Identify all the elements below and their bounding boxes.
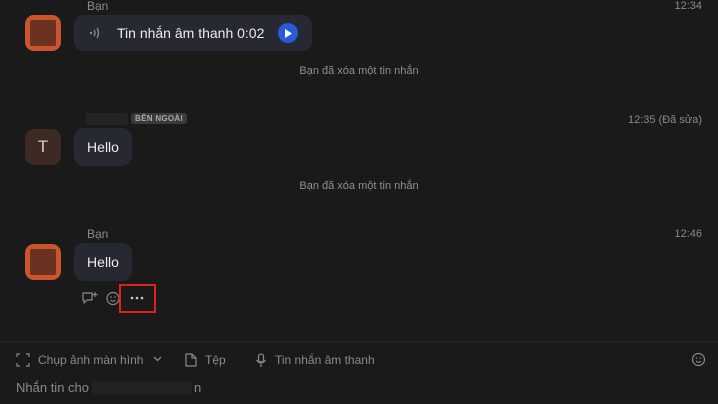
file-label: Tệp: [205, 353, 226, 367]
file-icon: [185, 353, 197, 367]
message-text: Hello: [87, 139, 119, 155]
message-bubble[interactable]: Hello: [74, 243, 132, 281]
voice-message-button[interactable]: Tin nhắn âm thanh: [255, 351, 375, 369]
more-options-icon[interactable]: [126, 290, 148, 306]
screenshot-button[interactable]: Chụp ảnh màn hình: [16, 351, 143, 369]
emoji-icon[interactable]: [691, 352, 707, 368]
avatar[interactable]: [25, 15, 61, 51]
message-input[interactable]: Nhắn tin cho n: [16, 377, 696, 397]
message-time: 12:35 (Đã sửa): [627, 114, 702, 126]
sender-name: Bạn: [87, 227, 109, 241]
sender-name: Bạn: [87, 0, 109, 13]
voice-message-bubble[interactable]: Tin nhắn âm thanh 0:02: [74, 15, 312, 51]
avatar-initial: T: [37, 137, 49, 156]
voice-message-label: Tin nhắn âm thanh: [275, 353, 375, 367]
input-placeholder-prefix: Nhắn tin cho: [16, 379, 89, 395]
microphone-icon: [256, 352, 266, 367]
sound-wave-icon: [89, 26, 103, 40]
input-placeholder-suffix: n: [194, 379, 202, 395]
voice-message-label: Tin nhắn âm thanh 0:02: [117, 25, 265, 41]
external-badge: BÊN NGOÀI: [131, 113, 188, 124]
system-notice: Bạn đã xóa một tin nhắn: [299, 180, 419, 192]
file-button[interactable]: Tệp: [185, 351, 226, 369]
composer-divider: [0, 341, 718, 342]
message-bubble[interactable]: Hello: [74, 128, 132, 166]
message-time: 12:46: [674, 228, 702, 240]
reply-in-thread-icon[interactable]: [80, 289, 98, 307]
sender-name-redacted: [86, 113, 128, 125]
screenshot-options-chevron-icon[interactable]: [153, 352, 165, 366]
avatar[interactable]: [25, 244, 61, 280]
play-icon[interactable]: [278, 23, 299, 43]
recipient-name-redacted: [92, 380, 192, 394]
screenshot-icon: [16, 353, 30, 367]
message-time: 12:34: [674, 0, 702, 12]
screenshot-label: Chụp ảnh màn hình: [38, 353, 144, 367]
avatar[interactable]: T: [25, 129, 61, 165]
message-text: Hello: [87, 254, 119, 270]
system-notice: Bạn đã xóa một tin nhắn: [299, 65, 419, 77]
